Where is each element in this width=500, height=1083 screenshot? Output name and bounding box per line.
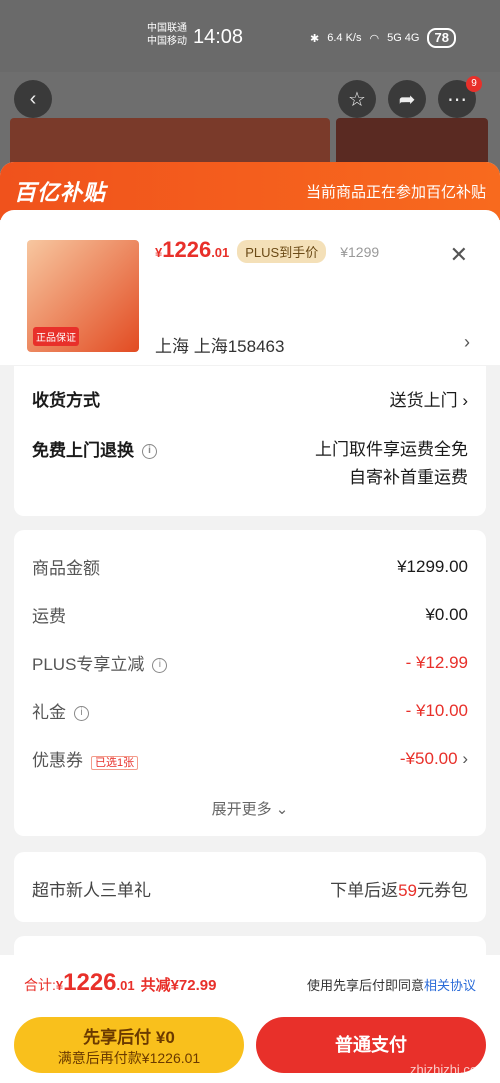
plus-discount-label: PLUS专享立减 i [32, 650, 168, 675]
free-return-line2: 自寄补首重运费 [349, 468, 468, 487]
back-button[interactable]: ‹ [14, 80, 52, 118]
new-user-gift-card: 超市新人三单礼 下单后返59元券包 [14, 852, 486, 922]
new-user-gift-label: 超市新人三单礼 [32, 881, 151, 900]
chevron-left-icon: ‹ [29, 87, 37, 110]
signal-icon: 5G 4G [387, 32, 420, 44]
notification-badge: 9 [466, 76, 482, 92]
agreement-text: 使用先享后付即同意相关协议 [306, 978, 476, 993]
chevron-down-icon: ⌄ [275, 801, 289, 818]
agreement-link[interactable]: 相关协议 [424, 978, 476, 993]
total-amount: ¥1226.01 [55, 969, 135, 996]
gift-money-row: 礼金 i - ¥10.00 [32, 698, 468, 723]
info-icon[interactable]: i [142, 444, 157, 460]
more-button[interactable]: ⋯ 9 [438, 76, 482, 118]
share-button[interactable]: ➦ [388, 80, 426, 118]
coupon-selected-tag: 已选1张 [91, 756, 139, 770]
authentic-tag: 正品保证 [33, 327, 79, 346]
battery-indicator: 78 [427, 28, 456, 48]
expand-more[interactable]: 展开更多 ⌄ [14, 798, 486, 819]
bluetooth-icon: ✱ [310, 32, 320, 45]
delivery-method-label: 收货方式 [32, 391, 100, 410]
total-discount: 共减¥72.99 [140, 977, 217, 994]
pay-later-sub: 满意后再付款¥1226.01 [57, 1050, 201, 1066]
goods-amount-row: 商品金额 ¥1299.00 [32, 554, 468, 579]
background-banner-right [336, 118, 488, 166]
total-line: 合计: ¥1226.01 共减¥72.99 [24, 969, 216, 997]
net-speed: 6.4 K/s [327, 32, 362, 44]
share-icon: ➦ [398, 88, 416, 111]
checkout-bar: 合计: ¥1226.01 共减¥72.99 使用先享后付即同意相关协议 先享后付… [0, 955, 500, 1083]
gift-money-label: 礼金 i [32, 698, 89, 723]
shipping-fee-value: ¥0.00 [425, 604, 468, 624]
subsidy-note: 当前商品正在参加百亿补贴 [305, 183, 486, 201]
delivery-card: 收货方式 送货上门 › 免费上门退换 i 上门取件享运费全免 自寄补首重运费 [14, 366, 486, 516]
status-bar: 中国联通 中国移动 14:08 ✱ 6.4 K/s ◠ 5G 4G 78 [0, 0, 500, 72]
coupon-value: -¥50.00 [399, 748, 458, 768]
shipping-address[interactable]: 上海 上海158463 [155, 332, 284, 357]
product-thumbnail[interactable]: 正品保证 [27, 240, 139, 352]
gift-money-value: - ¥10.00 [405, 700, 468, 720]
info-icon[interactable]: i [152, 658, 168, 674]
free-return-desc: 上门取件享运费全免 自寄补首重运费 [315, 436, 468, 492]
more-icon: ⋯ [447, 88, 467, 111]
shipping-fee-label: 运费 [32, 607, 66, 626]
watermark: zhizhizhi.com [409, 1062, 488, 1077]
favorite-button[interactable]: ☆ [338, 80, 376, 118]
free-return-row: 免费上门退换 i 上门取件享运费全免 自寄补首重运费 [32, 436, 468, 492]
free-return-label: 免费上门退换 i [32, 436, 157, 461]
plus-price-badge: PLUS到手价 [237, 240, 327, 263]
close-icon[interactable]: ✕ [450, 242, 468, 268]
new-user-gift-row: 超市新人三单礼 下单后返59元券包 [32, 876, 468, 901]
product-card: 正品保证 ¥1226.01 PLUS到手价 ¥1299 ✕ 上海 上海15846… [0, 210, 500, 365]
delivery-method-value: 送货上门 › [389, 391, 468, 410]
new-user-gift-value: 下单后返59元券包 [330, 881, 468, 900]
free-return-line1: 上门取件享运费全免 [315, 440, 468, 459]
coupon-value-wrap: -¥50.00 › [400, 749, 468, 769]
clock: 14:08 [193, 26, 244, 48]
goods-amount-label: 商品金额 [32, 559, 100, 578]
carrier-1: 中国联通 [147, 23, 187, 34]
pay-later-button[interactable]: 先享后付 ¥0 满意后再付款¥1226.01 [14, 1017, 244, 1073]
plus-discount-value: - ¥12.99 [405, 652, 468, 672]
wifi-icon: ◠ [369, 32, 380, 45]
goods-amount-value: ¥1299.00 [397, 556, 468, 576]
product-price: ¥1226.01 [155, 237, 230, 262]
fees-card: 商品金额 ¥1299.00 运费 ¥0.00 PLUS专享立减 i - ¥12.9… [14, 530, 486, 836]
background-banner [10, 118, 330, 166]
total-label: 合计: [24, 977, 56, 993]
delivery-method-row[interactable]: 收货方式 送货上门 › [32, 386, 468, 411]
shipping-fee-row: 运费 ¥0.00 [32, 602, 468, 627]
info-icon[interactable]: i [74, 706, 89, 722]
system-icons: ✱ 6.4 K/s ◠ 5G 4G 78 [310, 28, 456, 48]
chevron-right-icon: › [462, 748, 468, 768]
star-icon: ☆ [348, 88, 366, 111]
original-price: ¥1299 [340, 244, 380, 260]
coupon-label: 优惠券 已选1张 [32, 746, 139, 771]
plus-discount-row: PLUS专享立减 i - ¥12.99 [32, 650, 468, 675]
carrier-info: 中国联通 中国移动 [147, 22, 187, 48]
pay-later-label: 先享后付 ¥0 [83, 1028, 175, 1047]
chevron-right-icon[interactable]: › [464, 332, 470, 353]
subsidy-brand: 百亿补贴 [14, 180, 107, 205]
coupon-row[interactable]: 优惠券 已选1张 -¥50.00 › [32, 746, 468, 771]
background-nav: ‹ ☆ ➦ ⋯ 9 [0, 76, 500, 120]
carrier-2: 中国移动 [147, 36, 187, 47]
chevron-right-icon: › [462, 391, 468, 410]
price-row: ¥1226.01 PLUS到手价 ¥1299 [155, 237, 379, 263]
checkout-sheet: 百亿补贴 当前商品正在参加百亿补贴 正品保证 ¥1226.01 PLUS到手价 … [0, 162, 500, 1083]
